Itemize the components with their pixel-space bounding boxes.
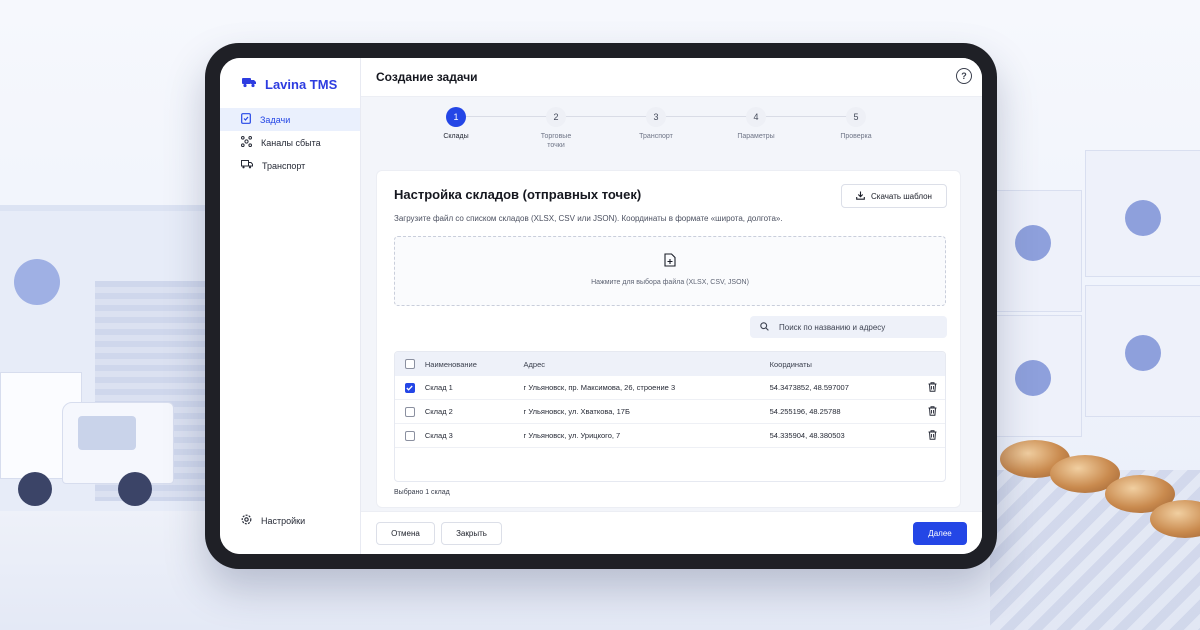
cell-coords: 54.255196, 48.25788: [769, 407, 841, 416]
cell-name: Склад 3: [424, 431, 453, 440]
step-number: 4: [746, 107, 766, 127]
table-row[interactable]: Склад 3 г Ульяновск, ул. Урицкого, 7 54.…: [395, 424, 945, 448]
cell-address: г Ульяновск, ул. Хваткова, 17Б: [523, 407, 630, 416]
check-icon: [406, 385, 414, 391]
table-header: Наименование Адрес Координаты: [395, 352, 945, 376]
step-review[interactable]: 5 Проверка: [826, 107, 886, 141]
sidebar-item-tasks[interactable]: Задачи: [220, 108, 360, 131]
boxes-illustration: [985, 150, 1200, 470]
selected-count: Выбрано 1 склад: [394, 489, 450, 496]
truck-icon: [241, 160, 253, 171]
sidebar: Lavina TMS Задачи Каналы сбыта Транспорт…: [220, 58, 361, 554]
step-parameters[interactable]: 4 Параметры: [726, 107, 786, 141]
sidebar-item-label: Настройки: [261, 515, 306, 526]
search-icon: [760, 318, 769, 336]
footer: Отмена Закрыть Далее: [361, 511, 982, 554]
card-subtitle: Загрузите файл со списком складов (XLSX,…: [394, 214, 783, 223]
step-warehouses[interactable]: 1 Склады: [426, 107, 486, 141]
column-header-name[interactable]: Наименование: [425, 360, 524, 369]
channels-icon: [241, 136, 252, 149]
step-label: Транспорт: [639, 133, 673, 140]
warehouse-setup-card: Настройка складов (отправных точек) Скач…: [376, 170, 961, 508]
sidebar-item-label: Каналы сбыта: [261, 137, 321, 148]
search-input[interactable]: [777, 321, 941, 333]
bread-logo-icon: [1125, 200, 1161, 236]
bread-logo-icon: [14, 259, 60, 305]
cell-coords: 54.335904, 48.380503: [769, 431, 845, 440]
close-button[interactable]: Закрыть: [441, 522, 502, 545]
dropzone-text: Нажмите для выбора файла (XLSX, CSV, JSO…: [591, 279, 749, 286]
truck-illustration: [0, 372, 200, 512]
trash-icon[interactable]: [928, 381, 937, 394]
task-icon: [241, 113, 251, 126]
search-box: [750, 316, 947, 338]
sidebar-nav: Задачи Каналы сбыта Транспорт: [220, 108, 360, 177]
step-label: Торговые точки: [540, 133, 572, 149]
step-number: 2: [546, 107, 566, 127]
stepper: 1 Склады 2 Торговые точки 3 Транспорт 4 …: [443, 107, 872, 157]
bread-logo-icon: [1125, 335, 1161, 371]
truck-logo-icon: [242, 75, 257, 93]
card-title: Настройка складов (отправных точек): [394, 187, 642, 202]
trash-icon[interactable]: [928, 405, 937, 418]
step-number: 5: [846, 107, 866, 127]
download-label: Скачать шаблон: [871, 191, 932, 201]
sidebar-item-settings[interactable]: Настройки: [220, 509, 360, 532]
step-label: Проверка: [840, 133, 872, 140]
brand: Lavina TMS: [242, 75, 337, 93]
step-retail-points[interactable]: 2 Торговые точки: [526, 107, 586, 150]
cell-name: Склад 1: [424, 383, 453, 392]
select-all-checkbox[interactable]: [404, 359, 415, 369]
cell-address: г Ульяновск, ул. Урицкого, 7: [523, 431, 621, 440]
help-icon[interactable]: ?: [956, 68, 972, 84]
app-screen: Lavina TMS Задачи Каналы сбыта Транспорт…: [220, 58, 982, 554]
download-template-button[interactable]: Скачать шаблон: [841, 184, 947, 208]
row-checkbox[interactable]: [404, 382, 415, 393]
settings-section: Настройки: [220, 509, 360, 532]
cancel-button[interactable]: Отмена: [376, 522, 435, 545]
page-title: Создание задачи: [376, 70, 478, 84]
row-checkbox[interactable]: [404, 430, 415, 441]
sidebar-item-transport[interactable]: Транспорт: [220, 154, 360, 177]
sidebar-item-channels[interactable]: Каналы сбыта: [220, 131, 360, 154]
sidebar-item-label: Транспорт: [262, 160, 306, 171]
table-row[interactable]: Склад 2 г Ульяновск, ул. Хваткова, 17Б 5…: [395, 400, 945, 424]
table-row[interactable]: Склад 1 г Ульяновск, пр. Максимова, 26, …: [395, 376, 945, 400]
file-add-icon: [664, 253, 676, 272]
next-button[interactable]: Далее: [913, 522, 967, 545]
column-header-coords[interactable]: Координаты: [770, 360, 919, 369]
step-number: 1: [446, 107, 466, 127]
cell-address: г Ульяновск, пр. Максимова, 26, строение…: [523, 383, 676, 392]
step-transport[interactable]: 3 Транспорт: [626, 107, 686, 141]
gear-icon: [241, 514, 252, 527]
bread-logo-icon: [1015, 225, 1051, 261]
warehouses-table: Наименование Адрес Координаты Склад 1 г …: [394, 351, 946, 482]
cell-name: Склад 2: [424, 407, 453, 416]
cell-coords: 54.3473852, 48.597007: [769, 383, 849, 392]
trash-icon[interactable]: [928, 429, 937, 442]
tablet-frame: Lavina TMS Задачи Каналы сбыта Транспорт…: [205, 43, 997, 569]
step-number: 3: [646, 107, 666, 127]
file-dropzone[interactable]: Нажмите для выбора файла (XLSX, CSV, JSO…: [394, 236, 946, 306]
header: Создание задачи ?: [361, 58, 982, 97]
main-area: Создание задачи ? 1 Склады 2 Торговые то…: [361, 58, 982, 554]
step-label: Параметры: [737, 133, 775, 140]
row-checkbox[interactable]: [404, 406, 415, 417]
bread-logo-icon: [1015, 360, 1051, 396]
download-icon: [856, 191, 865, 202]
sidebar-item-label: Задачи: [260, 114, 291, 125]
app-name: Lavina TMS: [265, 76, 338, 92]
column-header-address[interactable]: Адрес: [524, 360, 770, 369]
step-label: Склады: [443, 133, 469, 140]
